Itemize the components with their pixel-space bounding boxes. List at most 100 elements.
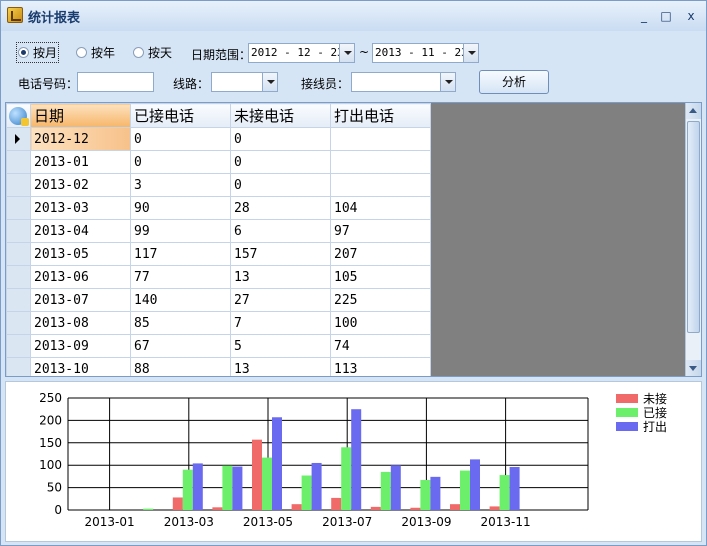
row-header[interactable] [6, 311, 31, 335]
table-cell[interactable]: 77 [130, 265, 231, 289]
globe-icon [9, 107, 29, 126]
y-tick-label: 0 [54, 503, 62, 517]
close-button[interactable]: x [684, 9, 698, 23]
table-cell[interactable]: 2013-08 [30, 311, 131, 335]
title-bar[interactable]: 统计报表 _ □ x [1, 1, 706, 31]
table-row[interactable]: 2013-08 85 7 100 [6, 311, 431, 335]
bar-answered [460, 470, 470, 510]
minimize-button[interactable]: _ [637, 9, 651, 23]
table-cell[interactable]: 0 [230, 150, 331, 174]
row-header[interactable] [6, 196, 31, 220]
radio-dot-icon [18, 47, 29, 58]
table-cell[interactable]: 140 [130, 288, 231, 312]
analyze-button[interactable]: 分析 [479, 70, 549, 94]
chevron-down-icon[interactable] [262, 73, 277, 91]
table-cell[interactable]: 2013-01 [30, 150, 131, 174]
row-header[interactable] [6, 288, 31, 312]
column-header-date[interactable]: 日期 [30, 103, 131, 128]
radio-by-month[interactable]: 按月 [15, 42, 60, 63]
table-cell[interactable]: 2013-09 [30, 334, 131, 358]
table-row[interactable]: 2012-12 0 0 [6, 127, 431, 151]
table-cell[interactable]: 207 [330, 242, 431, 266]
row-header[interactable] [6, 334, 31, 358]
table-cell[interactable]: 2013-02 [30, 173, 131, 197]
table-cell[interactable] [330, 150, 431, 174]
row-header[interactable] [6, 173, 31, 197]
table-cell[interactable]: 74 [330, 334, 431, 358]
row-header[interactable] [6, 219, 31, 243]
row-header[interactable] [6, 357, 31, 376]
table-cell[interactable]: 2013-06 [30, 265, 131, 289]
table-row[interactable]: 2013-05 117 157 207 [6, 242, 431, 266]
row-header[interactable] [6, 242, 31, 266]
table-cell[interactable]: 157 [230, 242, 331, 266]
table-cell[interactable]: 90 [130, 196, 231, 220]
table-cell[interactable]: 7 [230, 311, 331, 335]
row-header[interactable] [6, 265, 31, 289]
stats-table: 日期 已接电话 未接电话 打出电话 2012-12 0 0 2013-01 0 0 2013… [6, 103, 431, 376]
table-cell[interactable]: 27 [230, 288, 331, 312]
table-cell[interactable]: 28 [230, 196, 331, 220]
radio-by-year[interactable]: 按年 [76, 44, 115, 61]
table-cell[interactable]: 113 [330, 357, 431, 376]
chevron-down-icon[interactable] [339, 44, 354, 62]
table-cell[interactable]: 0 [130, 127, 231, 151]
table-cell[interactable]: 97 [330, 219, 431, 243]
scroll-thumb[interactable] [687, 121, 700, 333]
row-header[interactable] [6, 150, 31, 174]
table-cell[interactable]: 85 [130, 311, 231, 335]
chevron-down-icon[interactable] [440, 73, 455, 91]
table-cell[interactable]: 2013-05 [30, 242, 131, 266]
table-cell[interactable]: 67 [130, 334, 231, 358]
table-cell[interactable]: 6 [230, 219, 331, 243]
table-cell[interactable]: 104 [330, 196, 431, 220]
table-cell[interactable]: 105 [330, 265, 431, 289]
table-cell[interactable]: 3 [130, 173, 231, 197]
radio-dot-icon [76, 47, 87, 58]
table-cell[interactable]: 2013-07 [30, 288, 131, 312]
table-row[interactable]: 2013-01 0 0 [6, 150, 431, 174]
table-row[interactable]: 2013-07 140 27 225 [6, 288, 431, 312]
table-cell[interactable]: 2013-03 [30, 196, 131, 220]
bar-missed [331, 497, 342, 510]
operator-select[interactable] [351, 72, 456, 92]
bar-outgoing [192, 463, 203, 510]
chevron-down-icon[interactable] [463, 44, 478, 62]
table-cell[interactable]: 117 [130, 242, 231, 266]
table-cell[interactable]: 0 [230, 127, 331, 151]
row-header-current-icon[interactable] [6, 127, 31, 151]
date-from-picker[interactable]: 2012 - 12 - 23 [248, 43, 355, 63]
table-cell[interactable]: 13 [230, 357, 331, 376]
table-cell[interactable]: 2012-12 [30, 127, 131, 151]
column-header-answered[interactable]: 已接电话 [130, 103, 231, 128]
vertical-scrollbar[interactable] [685, 103, 701, 376]
table-cell[interactable]: 5 [230, 334, 331, 358]
table-row[interactable]: 2013-09 67 5 74 [6, 334, 431, 358]
table-row[interactable]: 2013-03 90 28 104 [6, 196, 431, 220]
scroll-down-icon[interactable] [686, 360, 701, 376]
grid-corner[interactable] [6, 103, 31, 128]
maximize-button[interactable]: □ [659, 9, 673, 23]
table-cell[interactable]: 2013-04 [30, 219, 131, 243]
table-cell[interactable]: 13 [230, 265, 331, 289]
line-select[interactable] [211, 72, 278, 92]
radio-by-day[interactable]: 按天 [133, 44, 172, 61]
table-row[interactable]: 2013-02 3 0 [6, 173, 431, 197]
phone-input[interactable] [77, 72, 154, 92]
date-to-picker[interactable]: 2013 - 11 - 23 [372, 43, 479, 63]
table-cell[interactable]: 225 [330, 288, 431, 312]
table-cell[interactable] [330, 127, 431, 151]
table-row[interactable]: 2013-10 88 13 113 [6, 357, 431, 376]
table-cell[interactable]: 99 [130, 219, 231, 243]
table-cell[interactable]: 0 [130, 150, 231, 174]
table-cell[interactable] [330, 173, 431, 197]
table-cell[interactable]: 0 [230, 173, 331, 197]
scroll-up-icon[interactable] [686, 103, 701, 119]
table-cell[interactable]: 2013-10 [30, 357, 131, 376]
table-row[interactable]: 2013-04 99 6 97 [6, 219, 431, 243]
table-row[interactable]: 2013-06 77 13 105 [6, 265, 431, 289]
table-cell[interactable]: 88 [130, 357, 231, 376]
column-header-outgoing[interactable]: 打出电话 [330, 103, 431, 128]
table-cell[interactable]: 100 [330, 311, 431, 335]
column-header-missed[interactable]: 未接电话 [230, 103, 331, 128]
